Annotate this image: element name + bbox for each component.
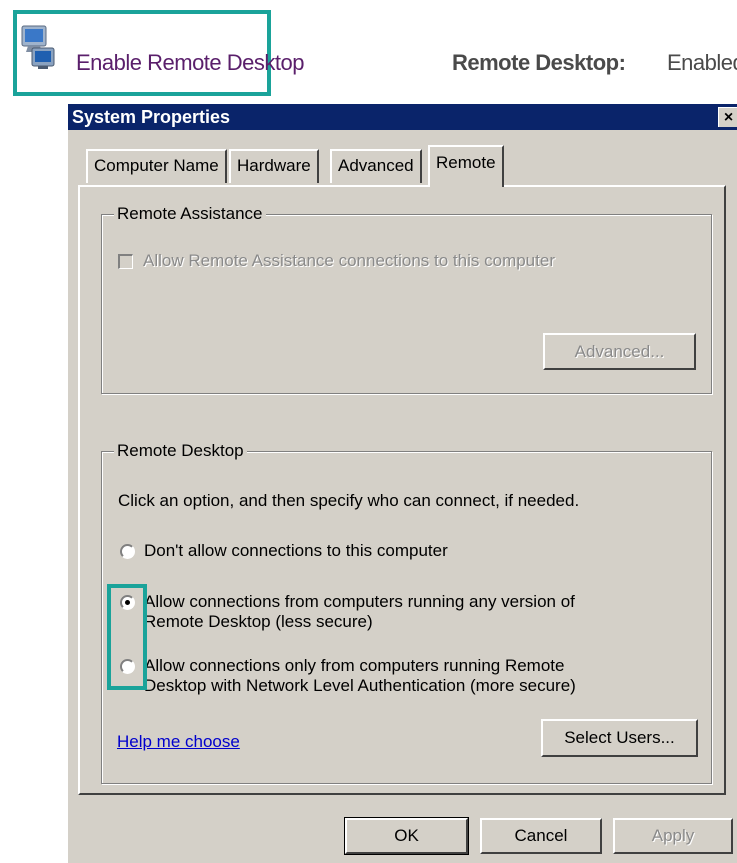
remote-tab-panel: Remote Assistance Allow Remote Assistanc… bbox=[78, 185, 726, 795]
control-panel-strip: Enable Remote Desktop Remote Desktop: En… bbox=[0, 0, 737, 103]
tab-advanced[interactable]: Advanced bbox=[330, 149, 422, 183]
remote-desktop-label: Remote Desktop: bbox=[452, 50, 626, 75]
highlight-box-radios bbox=[107, 584, 147, 690]
select-users-button[interactable]: Select Users... bbox=[541, 719, 698, 757]
dialog-titlebar[interactable]: System Properties × bbox=[68, 104, 737, 130]
system-properties-dialog: System Properties × Computer Name Hardwa… bbox=[68, 104, 737, 863]
remote-desktop-status: Enabled bbox=[667, 50, 737, 75]
radio-allow-any-version-label-line2[interactable]: Remote Desktop (less secure) bbox=[144, 612, 373, 632]
remote-assistance-checkbox bbox=[118, 254, 133, 269]
radio-dont-allow[interactable] bbox=[120, 544, 135, 559]
cancel-button[interactable]: Cancel bbox=[480, 818, 602, 854]
remote-desktop-instruction: Click an option, and then specify who ca… bbox=[118, 491, 580, 510]
remote-assistance-checkbox-label: Allow Remote Assistance connections to t… bbox=[143, 251, 555, 270]
help-me-choose-link[interactable]: Help me choose bbox=[117, 732, 240, 752]
radio-allow-any-version-label-line1[interactable]: Allow connections from computers running… bbox=[144, 592, 575, 612]
dialog-title: System Properties bbox=[72, 107, 231, 127]
radio-dont-allow-label[interactable]: Don't allow connections to this computer bbox=[144, 541, 448, 561]
close-icon[interactable]: × bbox=[718, 107, 737, 127]
ok-button[interactable]: OK bbox=[344, 817, 469, 855]
advanced-button: Advanced... bbox=[543, 333, 696, 370]
remote-desktop-legend: Remote Desktop bbox=[114, 441, 247, 461]
enable-remote-desktop-link[interactable]: Enable Remote Desktop bbox=[76, 50, 304, 76]
tab-hardware[interactable]: Hardware bbox=[229, 149, 319, 183]
tab-computer-name[interactable]: Computer Name bbox=[86, 149, 227, 183]
radio-allow-nla-only-label-line2[interactable]: Desktop with Network Level Authenticatio… bbox=[144, 676, 576, 696]
tab-remote[interactable]: Remote bbox=[428, 145, 504, 187]
apply-button: Apply bbox=[613, 818, 733, 854]
remote-assistance-legend: Remote Assistance bbox=[114, 204, 266, 224]
radio-allow-nla-only-label-line1[interactable]: Allow connections only from computers ru… bbox=[144, 656, 564, 676]
remote-desktop-icon[interactable] bbox=[18, 24, 60, 70]
